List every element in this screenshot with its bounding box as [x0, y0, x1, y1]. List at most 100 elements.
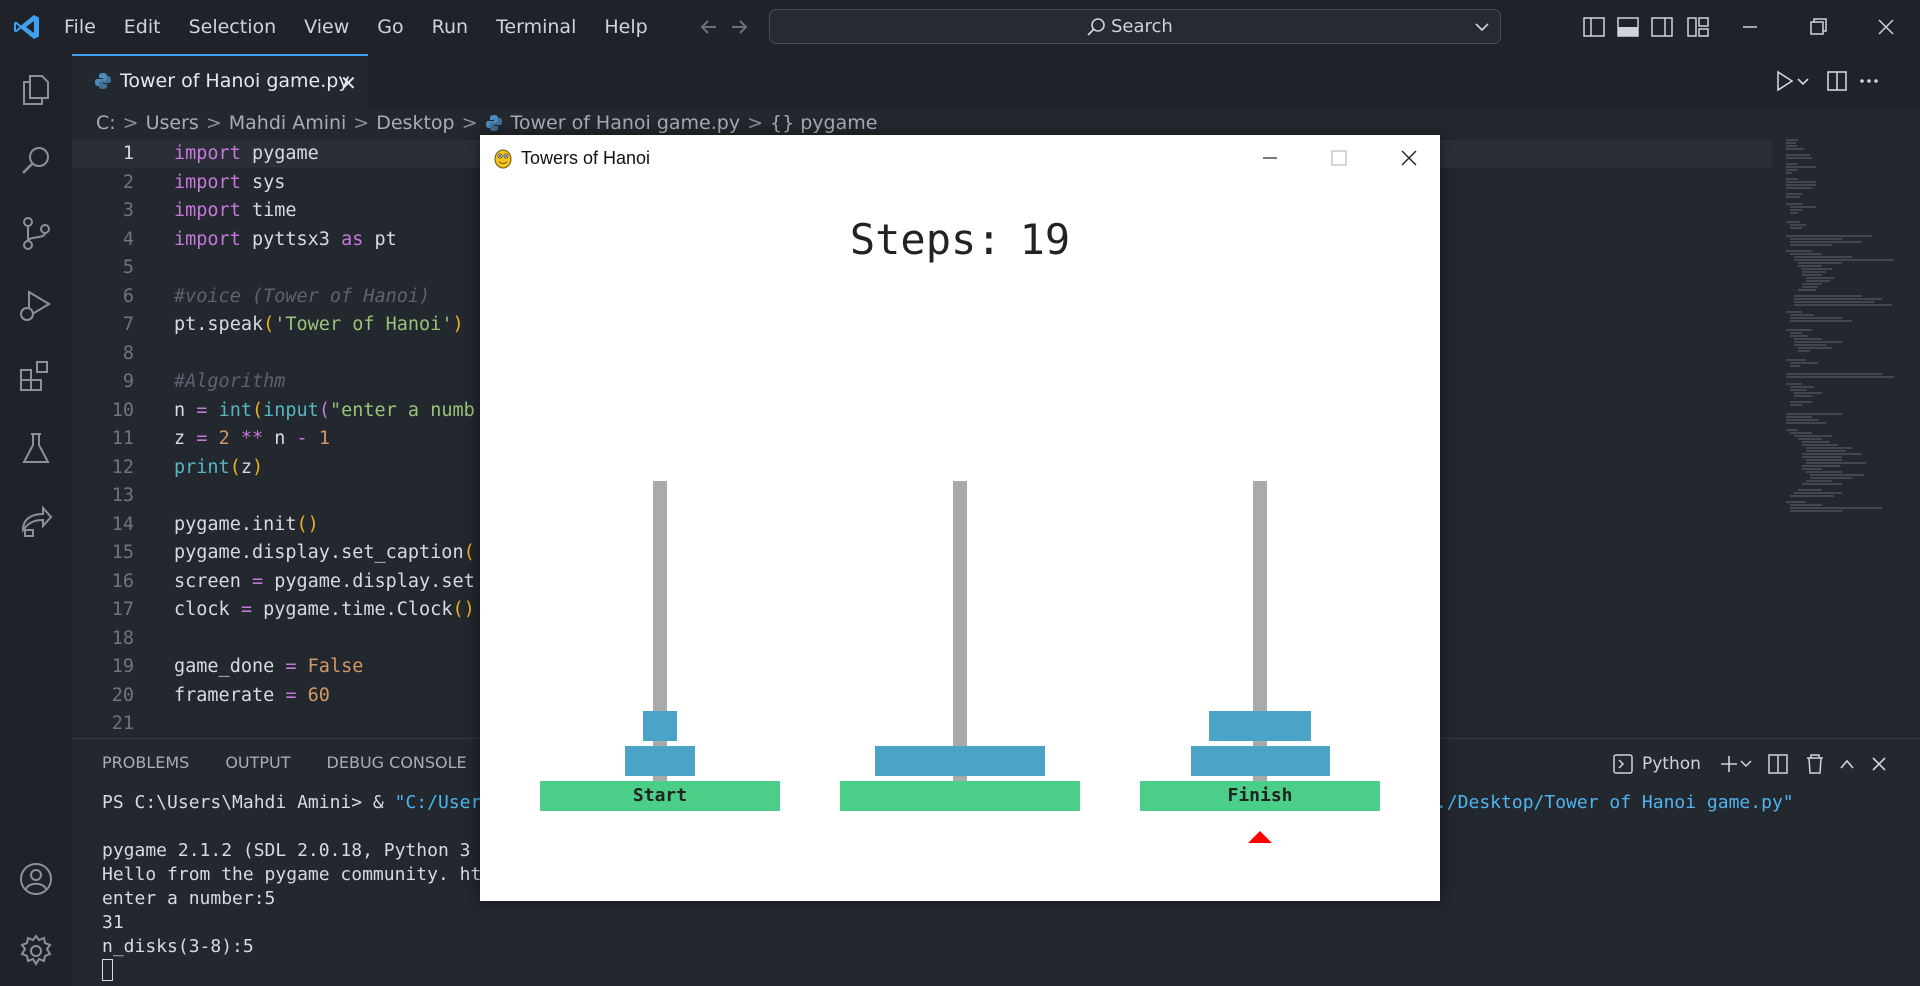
breadcrumb-separator: > [461, 112, 478, 134]
line-number: 18 [111, 627, 134, 649]
menu-view[interactable]: View [304, 16, 349, 38]
line-number: 9 [122, 371, 134, 392]
toggle-panel-icon[interactable] [1617, 17, 1639, 37]
activity-bar [0, 54, 72, 986]
breadcrumb-separator: > [353, 112, 370, 134]
line-number: 11 [111, 428, 134, 449]
menu-go[interactable]: Go [377, 16, 403, 38]
menu-help[interactable]: Help [604, 16, 647, 38]
menu-run[interactable]: Run [432, 16, 468, 38]
line-number: 2 [122, 171, 134, 193]
breadcrumb-separator: > [122, 112, 139, 134]
breadcrumb-symbol[interactable]: {} pygame [770, 112, 877, 134]
breadcrumb-file[interactable]: Tower of Hanoi game.py [511, 112, 741, 134]
disk-size-2[interactable] [625, 746, 695, 776]
line-number: 16 [111, 570, 134, 592]
accounts-icon[interactable] [15, 858, 57, 900]
search-label: Search [1111, 16, 1173, 37]
kill-terminal-trash-icon[interactable] [1806, 754, 1823, 774]
tab-tower-of-hanoi[interactable]: Tower of Hanoi game.py ✕ [72, 54, 368, 107]
minimize-icon[interactable] [1735, 12, 1765, 42]
terminal-output[interactable]: PS C:\Users\Mahdi Amini> & "C:/User pyga… [102, 791, 481, 984]
breadcrumb-drive[interactable]: C: [96, 112, 116, 134]
editor-tab-bar: Tower of Hanoi game.py ✕ [72, 54, 1920, 107]
panel-action-icons [1720, 754, 1886, 774]
run-dropdown-chevron-icon[interactable] [1797, 78, 1809, 86]
line-number: 5 [122, 257, 134, 278]
command-center-search[interactable]: Search [769, 9, 1501, 44]
breadcrumb-user[interactable]: Mahdi Amini [229, 112, 347, 134]
pygame-maximize-icon[interactable] [1324, 143, 1354, 173]
nav-arrows [700, 20, 748, 34]
title-bar: File Edit Selection View Go Run Terminal… [0, 0, 1920, 54]
layout-controls [1583, 17, 1673, 37]
menu-selection[interactable]: Selection [189, 16, 277, 38]
disk-size-4[interactable] [875, 746, 1045, 776]
line-number: 17 [111, 599, 134, 620]
split-terminal-icon[interactable] [1768, 754, 1788, 774]
terminal-line: enter a number:5 [102, 888, 276, 909]
line-number: 21 [111, 713, 134, 734]
breadcrumb-desktop[interactable]: Desktop [376, 112, 454, 134]
terminal-dropdown-chevron-icon[interactable] [1740, 760, 1752, 768]
remote-explorer-icon[interactable] [15, 500, 57, 542]
vscode-logo-icon [14, 15, 39, 39]
line-number: 20 [111, 684, 134, 706]
close-window-icon[interactable] [1871, 12, 1901, 42]
peg-middle [953, 481, 967, 781]
source-control-icon[interactable] [15, 212, 57, 254]
back-arrow-icon[interactable] [700, 20, 716, 34]
testing-icon[interactable] [15, 428, 57, 470]
menu-terminal[interactable]: Terminal [496, 16, 576, 38]
maximize-panel-chevron-up-icon[interactable] [1840, 759, 1854, 769]
terminal-line: n_disks(3-8):5 [102, 936, 254, 957]
more-actions-icon[interactable] [1860, 79, 1878, 83]
new-terminal-icon[interactable] [1720, 756, 1737, 772]
line-number: 4 [122, 228, 134, 250]
tab-close-icon[interactable]: ✕ [340, 71, 357, 95]
line-number: 8 [122, 342, 134, 364]
line-number: 19 [111, 656, 134, 677]
line-number: 7 [122, 314, 134, 335]
terminal-path-tail: ./Desktop/Tower of Hanoi game.py" [1436, 792, 1794, 813]
forward-arrow-icon[interactable] [732, 20, 748, 34]
search-sidebar-icon[interactable] [15, 140, 57, 182]
run-python-file-icon[interactable] [1777, 70, 1794, 92]
chevron-down-icon[interactable] [1472, 17, 1492, 37]
breadcrumb-separator: > [747, 112, 764, 134]
pygame-title-bar[interactable]: Towers of Hanoi [480, 135, 1440, 181]
line-number: 1 [122, 143, 134, 164]
customize-layout-icon[interactable] [1684, 12, 1714, 42]
toggle-primary-sidebar-icon[interactable] [1583, 17, 1605, 37]
pygame-window-title: Towers of Hanoi [521, 148, 651, 168]
disk-size-4b[interactable] [1191, 746, 1330, 776]
menu-edit[interactable]: Edit [124, 16, 161, 38]
base-start: Start [540, 781, 780, 811]
tab-debug-console[interactable]: DEBUG CONSOLE [327, 753, 467, 772]
minimap[interactable] [1782, 138, 1902, 548]
restore-icon[interactable] [1803, 12, 1833, 42]
terminal-profile-label[interactable]: Python [1642, 754, 1701, 774]
tab-output[interactable]: OUTPUT [225, 753, 290, 772]
pygame-minimize-icon[interactable] [1255, 143, 1285, 173]
disk-size-1[interactable] [643, 711, 677, 741]
disk-size-3[interactable] [1209, 711, 1311, 741]
run-debug-icon[interactable] [15, 284, 57, 326]
terminal-actions: Python [1612, 749, 1920, 779]
menu-file[interactable]: File [64, 16, 96, 38]
pygame-close-icon[interactable] [1394, 143, 1424, 173]
pygame-window[interactable]: Towers of Hanoi Steps: 19 Start Finish [480, 135, 1440, 901]
toggle-secondary-sidebar-icon[interactable] [1651, 17, 1673, 37]
settings-gear-icon[interactable] [15, 930, 57, 972]
extensions-icon[interactable] [15, 356, 57, 398]
explorer-icon[interactable] [15, 68, 57, 110]
hanoi-canvas[interactable]: Steps: 19 Start Finish [480, 181, 1440, 901]
tab-problems[interactable]: PROBLEMS [102, 753, 189, 772]
close-panel-icon[interactable] [1872, 757, 1886, 771]
line-number: 14 [111, 513, 134, 535]
line-number: 10 [111, 399, 134, 421]
steps-value: 19 [1019, 215, 1071, 264]
split-editor-icon[interactable] [1827, 71, 1847, 91]
breadcrumb-users[interactable]: Users [146, 112, 199, 134]
line-number: 3 [122, 200, 134, 221]
